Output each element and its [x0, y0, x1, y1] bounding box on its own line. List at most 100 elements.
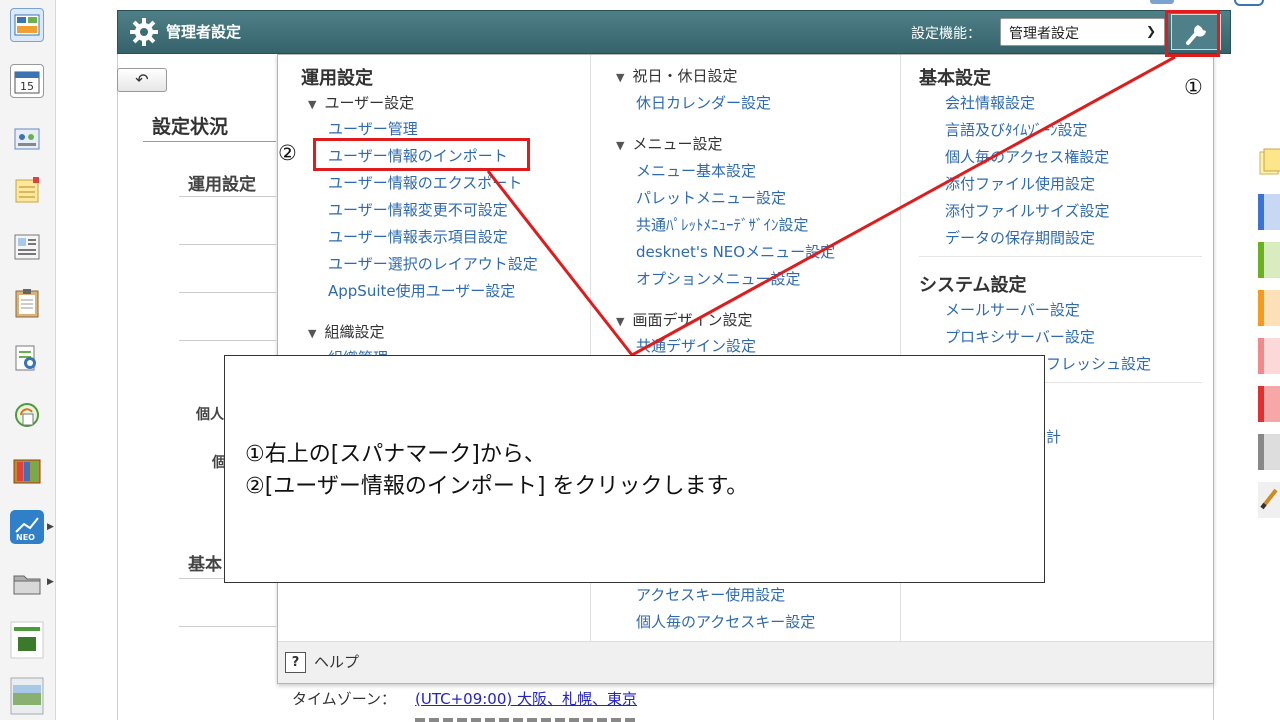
system-heading: システム設定	[919, 275, 1027, 296]
app-sidebar: 15 NEO ▶ ▶	[0, 0, 56, 720]
sticky-note-tab[interactable]	[1258, 148, 1280, 184]
select-value: 管理者設定	[1009, 26, 1079, 42]
help-icon[interactable]: ?	[285, 652, 306, 673]
red-color-tab[interactable]	[1258, 386, 1280, 422]
holiday-calendar-link[interactable]: 休日カレンダー設定	[636, 92, 771, 113]
personal-access-rights-link[interactable]: 個人毎のアクセス権設定	[945, 146, 1109, 167]
common-design-link[interactable]: 共通デザイン設定	[636, 335, 756, 356]
help-link[interactable]: ヘルプ	[314, 651, 359, 672]
proxy-server-link[interactable]: プロキシサーバー設定	[945, 326, 1095, 347]
group-label: 祝日・休日設定	[632, 67, 738, 85]
org-settings-group[interactable]: ▼ 組織設定	[308, 321, 384, 342]
appsuite-user-link[interactable]: AppSuite使用ユーザー設定	[328, 280, 515, 301]
stats-link-partial[interactable]: 計	[1046, 426, 1061, 447]
kihon-heading: 基本設定	[919, 68, 991, 89]
facility-app-icon[interactable]	[10, 120, 44, 154]
collapse-triangle-icon: ▼	[616, 315, 625, 328]
neo-app-icon[interactable]: NEO	[10, 510, 44, 544]
tanomuru-app-icon[interactable]	[10, 620, 44, 660]
collapse-triangle-icon: ▼	[616, 71, 625, 84]
menu-settings-group[interactable]: ▼ メニュー設定	[616, 133, 722, 154]
user-settings-group[interactable]: ▼ ユーザー設定	[308, 92, 414, 113]
settings-function-label: 設定機能：	[911, 26, 981, 42]
import-highlight-box	[313, 138, 530, 171]
heading-underline	[143, 141, 276, 142]
kihon-section-label-partial: 基本	[188, 555, 222, 575]
group-label: ユーザー設定	[324, 94, 415, 112]
page-title: 管理者設定	[166, 23, 242, 41]
user-management-link[interactable]: ユーザー管理	[328, 118, 418, 139]
admin-settings-header: 管理者設定 設定機能： 管理者設定 ❯	[117, 10, 1231, 54]
group-label: メニュー設定	[632, 135, 723, 153]
wrench-highlight-box	[1165, 10, 1220, 57]
mail-server-link[interactable]: メールサーバー設定	[945, 299, 1080, 320]
green-color-tab[interactable]	[1258, 242, 1280, 278]
select-chevron-icon: ❯	[1145, 24, 1156, 38]
refresh-settings-link-partial[interactable]: フレッシュ設定	[1046, 353, 1151, 374]
orange-color-tab[interactable]	[1258, 290, 1280, 326]
attachment-size-link[interactable]: 添付ファイルサイズ設定	[945, 200, 1110, 221]
palette-menu-link[interactable]: パレットメニュー設定	[636, 187, 786, 208]
settings-function-select[interactable]: 管理者設定 ❯	[1000, 18, 1165, 46]
section-separator	[919, 256, 1202, 257]
folder-app-icon[interactable]	[10, 566, 44, 600]
unyou-section-label: 運用設定	[188, 175, 256, 195]
language-timezone-link[interactable]: 言語及びﾀｲﾑｿﾞｰﾝ設定	[945, 119, 1088, 140]
option-menu-link[interactable]: オプションメニュー設定	[636, 268, 801, 289]
group-label: 画面デザイン設定	[632, 311, 753, 329]
collapse-triangle-icon: ▼	[308, 327, 317, 340]
divider	[179, 340, 276, 341]
instruction-line-1: ①右上の[スパナマーク]から、	[245, 442, 546, 467]
step-number-1: ①	[1184, 75, 1203, 99]
kojin-label-partial: 個人	[196, 407, 224, 423]
blue-color-tab[interactable]	[1258, 194, 1280, 230]
refresh-app-icon[interactable]	[10, 398, 44, 432]
personal-access-key-link[interactable]: 個人毎のアクセスキー設定	[636, 611, 815, 632]
instruction-callout: ①右上の[スパナマーク]から、 ②[ユーザー情報のインポート] をクリックします…	[224, 355, 1045, 583]
memo-app-icon[interactable]	[10, 174, 44, 208]
access-key-use-link[interactable]: アクセスキー使用設定	[636, 584, 785, 605]
expand-arrow-icon[interactable]: ▶	[47, 522, 54, 532]
menu-basic-link[interactable]: メニュー基本設定	[636, 160, 756, 181]
top-partial-icon[interactable]	[1150, 0, 1174, 4]
common-palette-design-link[interactable]: 共通ﾊﾟﾚｯﾄﾒﾆｭｰﾃﾞｻﾞｲﾝ設定	[636, 214, 809, 235]
neo-menu-link[interactable]: desknet's NEOメニュー設定	[636, 241, 835, 262]
portal-app-icon[interactable]	[10, 8, 44, 42]
svg-text:NEO: NEO	[16, 533, 35, 542]
design-settings-group[interactable]: ▼ 画面デザイン設定	[616, 309, 752, 330]
company-info-link[interactable]: 会社情報設定	[945, 92, 1035, 113]
back-arrow-icon: ↶	[135, 70, 149, 89]
data-retention-link[interactable]: データの保存期間設定	[945, 227, 1095, 248]
pencil-icon[interactable]	[1258, 482, 1280, 518]
gear-icon	[130, 18, 158, 46]
user-select-layout-link[interactable]: ユーザー選択のレイアウト設定	[328, 253, 538, 274]
gray-color-tab[interactable]	[1258, 434, 1280, 470]
pink-color-tab[interactable]	[1258, 338, 1280, 374]
settings-status-heading: 設定状況	[152, 116, 229, 138]
holiday-settings-group[interactable]: ▼ 祝日・休日設定	[616, 65, 737, 86]
search-doc-app-icon[interactable]	[10, 342, 44, 376]
instruction-line-2: ②[ユーザー情報のインポート] をクリックします。	[245, 474, 749, 499]
help-bar: ? ヘルプ	[278, 641, 1213, 683]
user-lock-settings-link[interactable]: ユーザー情報変更不可設定	[328, 199, 508, 220]
board-app-icon[interactable]	[10, 230, 44, 264]
divider	[179, 292, 276, 293]
cut-off-text	[415, 712, 635, 722]
divider	[179, 196, 276, 197]
divider	[179, 244, 276, 245]
divider	[179, 626, 276, 627]
expand-arrow-icon[interactable]: ▶	[47, 577, 54, 587]
user-display-items-link[interactable]: ユーザー情報表示項目設定	[328, 226, 508, 247]
photo-app-icon[interactable]	[10, 676, 44, 716]
calendar-app-icon[interactable]: 15	[10, 64, 44, 98]
back-button[interactable]: ↶	[117, 68, 167, 92]
clipboard-app-icon[interactable]	[10, 286, 44, 320]
top-partial-icon[interactable]	[1234, 0, 1264, 6]
timezone-link[interactable]: (UTC+09:00) 大阪、札幌、東京	[415, 688, 637, 709]
unyou-heading: 運用設定	[301, 68, 373, 89]
svg-text:15: 15	[20, 80, 34, 93]
attachment-use-link[interactable]: 添付ファイル使用設定	[945, 173, 1095, 194]
binder-app-icon[interactable]	[10, 454, 44, 488]
user-export-link[interactable]: ユーザー情報のエクスポート	[328, 172, 522, 193]
group-label: 組織設定	[324, 323, 385, 341]
